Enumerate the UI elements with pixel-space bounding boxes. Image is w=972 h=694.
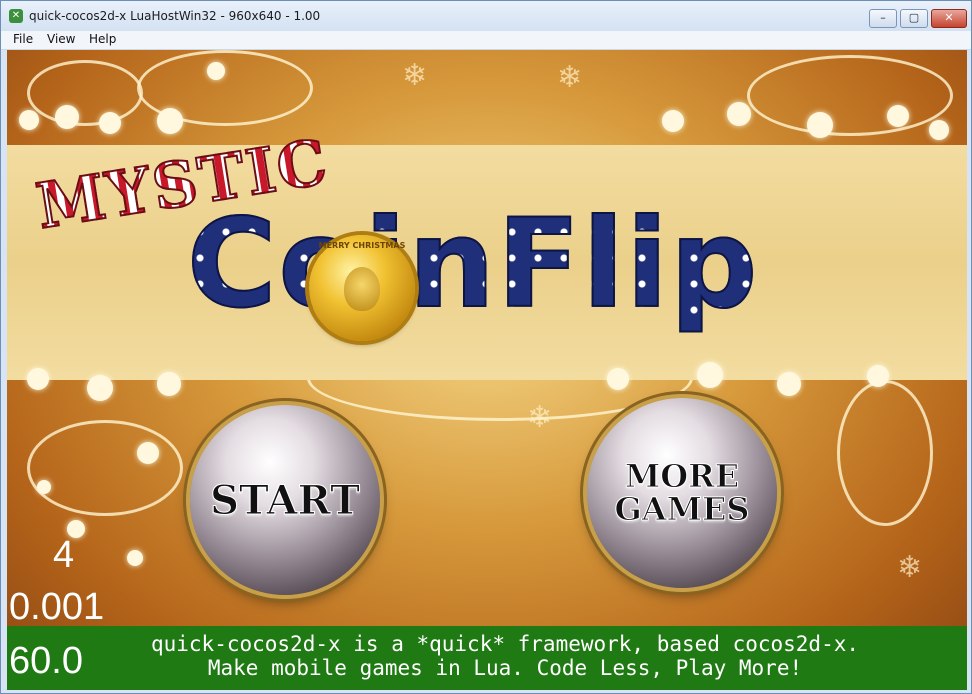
- more-games-button[interactable]: MORE GAMES: [587, 398, 777, 588]
- santa-face-icon: [344, 267, 380, 311]
- decor-swirl: [837, 380, 933, 526]
- more-games-line2: GAMES: [614, 490, 750, 528]
- decor-dot: [867, 365, 889, 387]
- snowflake-icon: ❄: [402, 58, 428, 93]
- snowflake-icon: ❄: [557, 60, 583, 95]
- decor-dot: [662, 110, 684, 132]
- game-canvas[interactable]: ❄ ❄ ❄ ❄ ❄ ❄ MYSTIC CoinFlip MERRY CHRIST…: [7, 50, 967, 690]
- more-games-line1: MORE: [624, 457, 740, 495]
- decor-dot: [929, 120, 949, 140]
- menu-view[interactable]: View: [47, 32, 75, 46]
- close-button[interactable]: ✕: [931, 9, 967, 28]
- decor-dot: [887, 105, 909, 127]
- snowflake-icon: ❄: [897, 550, 923, 585]
- menu-file[interactable]: File: [13, 32, 33, 46]
- decor-swirl: [27, 60, 143, 126]
- decor-dot: [777, 372, 801, 396]
- decor-dot: [157, 372, 181, 396]
- decor-dot: [27, 368, 49, 390]
- maximize-button[interactable]: ▢: [900, 9, 928, 28]
- decor-dot: [607, 368, 629, 390]
- snowflake-icon: ❄: [527, 400, 553, 435]
- decor-swirl: [27, 420, 183, 516]
- menu-help[interactable]: Help: [89, 32, 116, 46]
- decor-dot: [807, 112, 833, 138]
- logo-coinflip-text: CoinFlip: [186, 192, 760, 336]
- minimize-button[interactable]: –: [869, 9, 897, 28]
- start-button[interactable]: START: [190, 405, 380, 595]
- app-window: ✕ quick-cocos2d-x LuaHostWin32 - 960x640…: [0, 0, 972, 694]
- christmas-coin-icon: MERRY CHRISTMAS: [309, 235, 415, 341]
- footer-line-2: Make mobile games in Lua. Code Less, Pla…: [207, 656, 803, 680]
- decor-dot: [55, 105, 79, 129]
- footer-line-1: quick-cocos2d-x is a *quick* framework, …: [150, 632, 859, 656]
- decor-dot: [87, 375, 113, 401]
- decor-dot: [157, 108, 183, 134]
- decor-dot: [127, 550, 143, 566]
- decor-dot: [697, 362, 723, 388]
- coin-label: MERRY CHRISTMAS: [318, 241, 406, 250]
- info-footer: quick-cocos2d-x is a *quick* framework, …: [7, 626, 967, 690]
- start-button-label: START: [210, 477, 361, 525]
- more-games-button-label: MORE GAMES: [587, 457, 777, 528]
- window-title: quick-cocos2d-x LuaHostWin32 - 960x640 -…: [29, 9, 321, 23]
- decor-dot: [37, 480, 51, 494]
- decor-dot: [727, 102, 751, 126]
- decor-dot: [207, 62, 225, 80]
- menu-bar: File View Help: [1, 31, 971, 50]
- decor-swirl: [747, 55, 953, 136]
- decor-dot: [99, 112, 121, 134]
- decor-dot: [19, 110, 39, 130]
- draw-calls-stat: 4: [53, 534, 75, 576]
- frame-time-stat: 0.001: [9, 586, 105, 628]
- title-bar[interactable]: ✕ quick-cocos2d-x LuaHostWin32 - 960x640…: [1, 1, 971, 31]
- cocos-icon: ✕: [9, 9, 23, 23]
- fps-stat: 60.0: [9, 640, 83, 682]
- decor-dot: [137, 442, 159, 464]
